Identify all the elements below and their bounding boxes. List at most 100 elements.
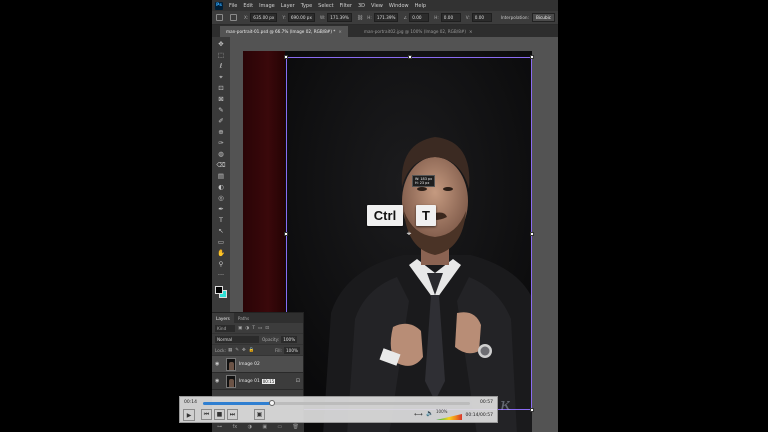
- eraser-tool-icon[interactable]: ⌫: [217, 161, 226, 170]
- frame-tool-icon[interactable]: ⊠: [217, 95, 226, 104]
- h-skew-field[interactable]: H: 0.00: [434, 13, 461, 22]
- height-value[interactable]: 171.39%: [373, 13, 399, 22]
- transform-handle-bottom-right[interactable]: [530, 408, 534, 412]
- blur-tool-icon[interactable]: ◐: [217, 183, 226, 192]
- previous-button[interactable]: ⏮: [201, 409, 212, 420]
- menu-filter[interactable]: Filter: [340, 3, 352, 9]
- quick-select-tool-icon[interactable]: ⌖: [217, 73, 226, 82]
- transform-handle-left[interactable]: [284, 232, 288, 236]
- x-value[interactable]: 635.00 px: [250, 13, 278, 22]
- photoshop-window: Ps File Edit Image Layer Type Select Fil…: [212, 0, 558, 432]
- lock-pixels-icon[interactable]: ▦: [228, 348, 232, 353]
- zoom-tool-icon[interactable]: ⚲: [217, 260, 226, 269]
- menu-window[interactable]: Window: [389, 3, 409, 9]
- history-brush-tool-icon[interactable]: ◍: [217, 150, 226, 159]
- transform-handle-top[interactable]: [408, 55, 412, 59]
- play-button[interactable]: ▶: [183, 409, 195, 421]
- transform-handle-top-right[interactable]: [530, 55, 534, 59]
- smart-object-filter-icon[interactable]: ⊡: [265, 326, 269, 331]
- v-skew-value[interactable]: 0.00: [471, 13, 492, 22]
- height-field[interactable]: H: 171.39%: [367, 13, 399, 22]
- menu-edit[interactable]: Edit: [243, 3, 253, 9]
- next-button[interactable]: ⏭: [227, 409, 238, 420]
- marquee-tool-icon[interactable]: ⬚: [217, 51, 226, 60]
- width-value[interactable]: 171.39%: [327, 13, 352, 22]
- h-skew-value[interactable]: 0.00: [440, 13, 461, 22]
- menu-image[interactable]: Image: [259, 3, 275, 9]
- layer-kind-filter[interactable]: Kind: [215, 324, 235, 332]
- close-icon[interactable]: ×: [338, 29, 342, 34]
- rectangle-tool-icon[interactable]: ▭: [217, 238, 226, 247]
- adjustment-filter-icon[interactable]: ◑: [245, 326, 249, 331]
- close-icon[interactable]: ×: [469, 29, 473, 34]
- fill-field[interactable]: 100%: [284, 346, 300, 354]
- crop-tool-icon[interactable]: ⊡: [217, 84, 226, 93]
- path-selection-tool-icon[interactable]: ↖: [217, 227, 226, 236]
- pen-tool-icon[interactable]: ✒: [217, 205, 226, 214]
- pixel-filter-icon[interactable]: ▣: [238, 326, 242, 331]
- dodge-tool-icon[interactable]: ◎: [217, 194, 226, 203]
- reference-point-icon[interactable]: [230, 14, 237, 21]
- eye-icon[interactable]: ◉: [215, 361, 222, 367]
- lock-position-icon[interactable]: ✥: [242, 348, 246, 353]
- shape-filter-icon[interactable]: ▭: [258, 326, 262, 331]
- fx-icon[interactable]: fx: [233, 424, 238, 430]
- trash-icon[interactable]: 🗑: [292, 424, 298, 430]
- layer-row-image-02[interactable]: ◉ Image 02: [212, 356, 303, 373]
- tab-man-portrait-01[interactable]: man-portrait-01.psd @ 66.7% (Image 02, R…: [220, 26, 348, 37]
- menu-view[interactable]: View: [371, 3, 383, 9]
- tab-paths[interactable]: Paths: [234, 313, 253, 323]
- menu-layer[interactable]: Layer: [281, 3, 295, 9]
- transform-tool-icon[interactable]: [216, 14, 223, 21]
- seek-handle[interactable]: [269, 400, 276, 406]
- lock-brush-icon[interactable]: ✎: [235, 348, 239, 353]
- layer-row-image-01[interactable]: ◉ Image 01 00:15 ⊡: [212, 373, 303, 390]
- menu-file[interactable]: File: [229, 3, 237, 9]
- adjustment-layer-icon[interactable]: ◑: [248, 424, 252, 430]
- seek-bar[interactable]: [203, 400, 470, 406]
- link-icon[interactable]: ⛓: [357, 15, 363, 21]
- fullscreen-icon[interactable]: ⟷: [414, 411, 423, 418]
- x-field[interactable]: X: 635.00 px: [244, 13, 278, 22]
- width-field[interactable]: W: 171.39%: [320, 13, 352, 22]
- lasso-tool-icon[interactable]: ℓ: [217, 62, 226, 71]
- transform-handle-right[interactable]: [530, 232, 534, 236]
- transform-reference-point-icon[interactable]: ⌖: [405, 230, 413, 238]
- eye-icon[interactable]: ◉: [215, 378, 222, 384]
- mask-icon[interactable]: ▣: [262, 424, 267, 430]
- transform-handle-top-left[interactable]: [284, 55, 288, 59]
- eyedropper-tool-icon[interactable]: ✎: [217, 106, 226, 115]
- foreground-color-swatch[interactable]: [215, 286, 223, 294]
- more-tools-icon[interactable]: ···: [217, 271, 226, 280]
- angle-field[interactable]: ∠ 0.00: [403, 13, 430, 22]
- tab-layers[interactable]: Layers: [212, 313, 234, 323]
- captions-button[interactable]: ▣: [254, 409, 265, 420]
- blend-mode-dropdown[interactable]: Normal: [215, 335, 259, 343]
- y-field[interactable]: Y: 690.00 px: [282, 13, 315, 22]
- clone-stamp-tool-icon[interactable]: ✑: [217, 139, 226, 148]
- menu-type[interactable]: Type: [301, 3, 312, 9]
- y-value[interactable]: 690.00 px: [287, 13, 315, 22]
- hand-tool-icon[interactable]: ✋: [217, 249, 226, 258]
- interpolation-dropdown[interactable]: Bicubic: [531, 13, 556, 22]
- volume-slider[interactable]: [436, 414, 462, 420]
- lock-all-icon[interactable]: 🔒: [249, 348, 255, 353]
- move-tool-icon[interactable]: ✥: [217, 40, 226, 49]
- speaker-icon[interactable]: 🔈: [426, 410, 433, 417]
- menu-help[interactable]: Help: [415, 3, 426, 9]
- healing-brush-tool-icon[interactable]: ✐: [217, 117, 226, 126]
- menu-3d[interactable]: 3D: [358, 3, 365, 9]
- tab-man-portrait02[interactable]: man-portrait02.jpg @ 100% (Image 02, RGB…: [357, 26, 479, 37]
- opacity-field[interactable]: 100%: [281, 335, 298, 343]
- photoshop-logo-icon[interactable]: Ps: [215, 1, 223, 10]
- stop-button[interactable]: ■: [214, 409, 225, 420]
- menu-select[interactable]: Select: [318, 3, 333, 9]
- type-filter-icon[interactable]: T: [252, 326, 255, 331]
- new-layer-icon[interactable]: ▭: [277, 424, 282, 430]
- brush-tool-icon[interactable]: ⊕: [217, 128, 226, 137]
- type-tool-icon[interactable]: T: [217, 216, 226, 225]
- gradient-tool-icon[interactable]: ▤: [217, 172, 226, 181]
- link-layers-icon[interactable]: ⊶: [217, 424, 222, 430]
- angle-value[interactable]: 0.00: [409, 13, 430, 22]
- v-skew-field[interactable]: V: 0.00: [466, 13, 492, 22]
